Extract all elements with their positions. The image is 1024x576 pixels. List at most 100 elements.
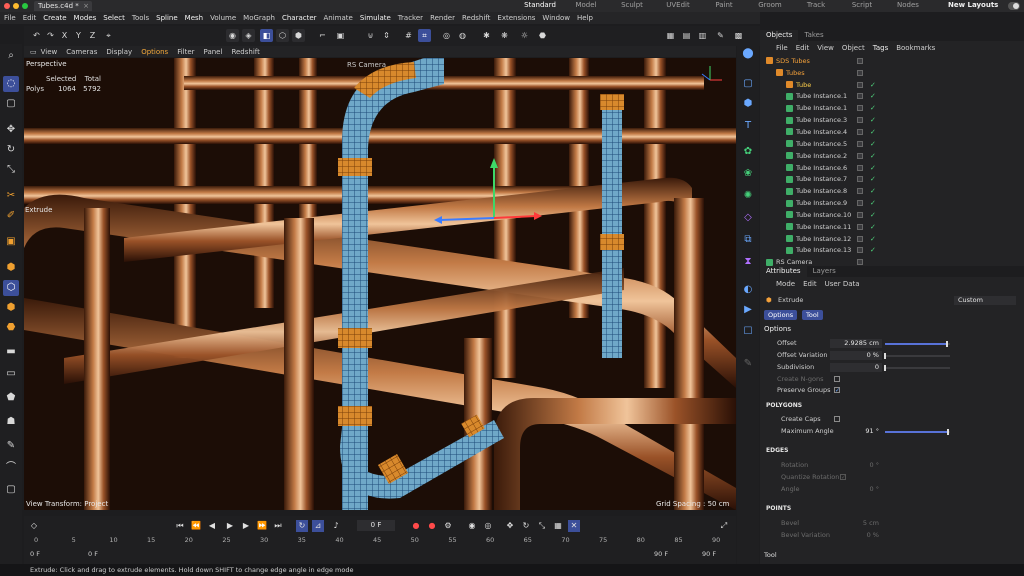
field-icon[interactable]: ⧉ xyxy=(740,232,756,248)
viewport-menu-redshift[interactable]: Redshift xyxy=(231,48,259,56)
loop-icon[interactable]: ↻ xyxy=(296,520,308,532)
3d-viewport[interactable]: Perspective RS Camera Selected Total Pol… xyxy=(24,58,736,510)
close-tab-icon[interactable]: × xyxy=(83,2,89,10)
attributes-menu-userdata[interactable]: User Data xyxy=(825,280,860,288)
enabled-check-icon[interactable]: ✓ xyxy=(870,140,876,148)
visibility-toggle[interactable] xyxy=(857,128,863,135)
visibility-toggle[interactable] xyxy=(857,57,863,64)
quantize-icon[interactable]: ⌗ xyxy=(418,29,431,42)
visibility-toggle[interactable] xyxy=(857,93,863,100)
light-icon[interactable]: ☼ xyxy=(518,29,531,42)
objects-menu-bookmarks[interactable]: Bookmarks xyxy=(896,44,935,52)
key-param-icon[interactable]: ↻ xyxy=(520,520,532,532)
workplane-icon[interactable]: ⇕ xyxy=(380,29,393,42)
menu-simulate[interactable]: Simulate xyxy=(360,14,391,22)
play-icon[interactable]: ▶ xyxy=(224,520,236,532)
object-row[interactable]: Tube Instance.9 ✓ xyxy=(760,197,1024,209)
brush-icon[interactable]: ✐ xyxy=(3,208,19,224)
menu-file[interactable]: File xyxy=(4,14,16,22)
knife-icon[interactable]: ✂ xyxy=(3,188,19,204)
axis-z-toggle[interactable]: Z xyxy=(86,29,99,42)
go-to-end-icon[interactable]: ⏭ xyxy=(272,520,284,532)
object-row[interactable]: Tube Instance.4 ✓ xyxy=(760,126,1024,138)
extrude-inner-icon[interactable]: ⬢ xyxy=(3,300,19,316)
visibility-toggle[interactable] xyxy=(857,259,863,266)
viewport-view-icon[interactable]: ▭ xyxy=(30,48,37,56)
key-rotation-icon[interactable]: ◎ xyxy=(482,520,494,532)
subdivision-field[interactable]: 0 xyxy=(830,363,882,372)
auto-key-icon[interactable]: ● xyxy=(426,520,438,532)
visibility-toggle[interactable] xyxy=(857,69,863,76)
object-row[interactable]: Tube Instance.1 ✓ xyxy=(760,102,1024,114)
document-tab[interactable]: Tubes.c4d * × xyxy=(34,1,92,11)
cube-icon[interactable]: ⬢ xyxy=(3,260,19,276)
text-object-icon[interactable]: T xyxy=(740,118,756,134)
extrude-tool-icon[interactable]: ⬡ xyxy=(3,280,19,296)
loop-cut-icon[interactable]: ▭ xyxy=(3,366,19,382)
objects-menu-file[interactable]: File xyxy=(776,44,788,52)
enabled-check-icon[interactable]: ✓ xyxy=(870,211,876,219)
viewport-menu-options[interactable]: Options xyxy=(141,48,168,56)
subdivision-slider[interactable] xyxy=(884,365,950,371)
range-end-b[interactable]: 90 F xyxy=(702,550,716,558)
render-to-viewer-icon[interactable]: ▩ xyxy=(732,29,745,42)
prev-frame-icon[interactable]: ◀ xyxy=(206,520,218,532)
enabled-check-icon[interactable]: ✓ xyxy=(870,116,876,124)
menu-modes[interactable]: Modes xyxy=(74,14,97,22)
enabled-check-icon[interactable]: ✓ xyxy=(870,187,876,195)
move-icon[interactable]: ✥ xyxy=(3,122,19,138)
object-row[interactable]: Tubes xyxy=(760,67,1024,79)
tab-objects[interactable]: Objects xyxy=(760,30,799,41)
enabled-check-icon[interactable]: ✓ xyxy=(870,128,876,136)
key-position-icon[interactable]: ◉ xyxy=(466,520,478,532)
close-window-icon[interactable] xyxy=(4,3,10,9)
attributes-menu-edit[interactable]: Edit xyxy=(803,280,817,288)
object-row[interactable]: Tube ✓ xyxy=(760,79,1024,91)
sculpt-icon[interactable]: ☗ xyxy=(3,414,19,430)
next-frame-icon[interactable]: ▶ xyxy=(240,520,252,532)
viewport-menu-display[interactable]: Display xyxy=(106,48,132,56)
visibility-toggle[interactable] xyxy=(857,247,863,254)
magnet-icon[interactable]: ⌒ xyxy=(3,460,19,476)
enabled-check-icon[interactable]: ✓ xyxy=(870,199,876,207)
menu-extensions[interactable]: Extensions xyxy=(497,14,535,22)
object-row[interactable]: Tube Instance.7 ✓ xyxy=(760,173,1024,185)
clapboard-icon[interactable]: ▦ xyxy=(664,29,677,42)
tab-layers[interactable]: Layers xyxy=(807,266,842,277)
key-link-icon[interactable]: ✕ xyxy=(568,520,580,532)
next-key-icon[interactable]: ⏩ xyxy=(256,520,268,532)
sound-icon[interactable]: ♪ xyxy=(330,520,342,532)
offset-slider[interactable] xyxy=(885,341,950,347)
menu-character[interactable]: Character xyxy=(282,14,317,22)
layout-tab-standard[interactable]: Standard xyxy=(520,1,560,9)
create-ngons-checkbox[interactable] xyxy=(834,376,840,382)
render-picture-icon[interactable]: ▥ xyxy=(696,29,709,42)
search-icon[interactable]: ⌕ xyxy=(3,48,19,64)
edit-render-icon[interactable]: ✎ xyxy=(714,29,727,42)
edges-section-title[interactable]: EDGES xyxy=(766,447,788,454)
menu-redshift[interactable]: Redshift xyxy=(462,14,490,22)
menu-render[interactable]: Render xyxy=(430,14,455,22)
polygon-mode-icon[interactable]: ◧ xyxy=(260,29,273,42)
layout-tab-model[interactable]: Model xyxy=(566,1,606,9)
menu-help[interactable]: Help xyxy=(577,14,593,22)
render-region-icon[interactable]: ▤ xyxy=(680,29,693,42)
viewport-menu-filter[interactable]: Filter xyxy=(177,48,194,56)
object-row[interactable]: SDS Tubes xyxy=(760,55,1024,67)
enabled-check-icon[interactable]: ✓ xyxy=(870,246,876,254)
range-end-a[interactable]: 90 F xyxy=(654,550,668,558)
axis-mode-icon[interactable]: ⌐ xyxy=(316,29,329,42)
menu-mesh[interactable]: Mesh xyxy=(185,14,203,22)
polygon-pen-icon[interactable]: ⬟ xyxy=(3,390,19,406)
live-select-icon[interactable]: ◌ xyxy=(3,76,19,92)
attributes-menu-mode[interactable]: Mode xyxy=(776,280,795,288)
points-section-title[interactable]: POINTS xyxy=(766,505,791,512)
visibility-toggle[interactable] xyxy=(857,188,863,195)
menu-volume[interactable]: Volume xyxy=(210,14,236,22)
pen-object-icon[interactable]: ✎ xyxy=(740,356,756,372)
viewport-menu-panel[interactable]: Panel xyxy=(204,48,223,56)
layout-tab-script[interactable]: Script xyxy=(842,1,882,9)
bevel-icon[interactable]: ⬣ xyxy=(3,320,19,336)
layout-tab-nodes[interactable]: Nodes xyxy=(888,1,928,9)
snap-icon[interactable]: ⊍ xyxy=(364,29,377,42)
